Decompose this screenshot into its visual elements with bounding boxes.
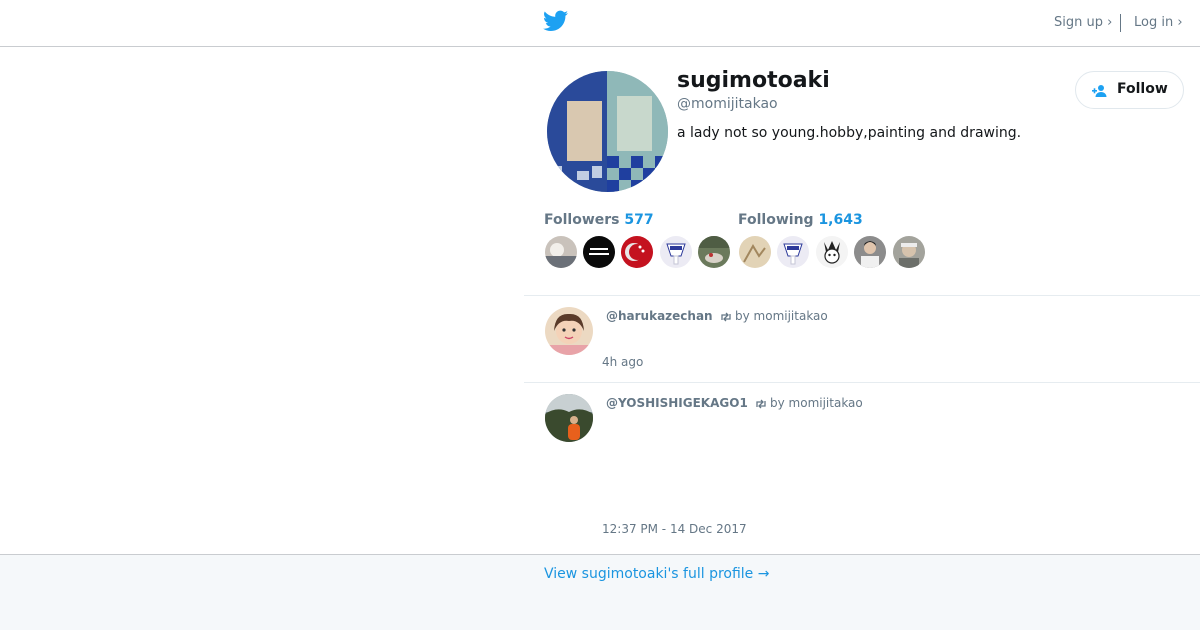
followers-label: Followers	[544, 212, 620, 228]
twitter-bird-icon[interactable]	[543, 10, 568, 32]
retweet-icon	[756, 399, 766, 409]
retweet-by: by momijitakao	[720, 309, 828, 323]
tweet-user[interactable]: @harukazechan	[606, 309, 713, 323]
profile-avatar[interactable]	[547, 71, 668, 192]
tweet-avatar[interactable]	[545, 394, 593, 442]
retweet-icon	[721, 312, 731, 322]
following-avatar[interactable]	[893, 236, 925, 268]
divider	[524, 295, 1200, 296]
follower-avatar[interactable]	[698, 236, 730, 268]
retweet-by: by momijitakao	[755, 396, 863, 410]
footer: View sugimotoaki's full profile →	[0, 554, 1200, 630]
retweet-by-label: by momijitakao	[735, 309, 828, 323]
follower-avatar[interactable]	[583, 236, 615, 268]
full-profile-link[interactable]: View sugimotoaki's full profile →	[544, 566, 769, 582]
profile-handle: @momijitakao	[677, 96, 778, 112]
divider	[524, 382, 1200, 383]
follow-label: Follow	[1117, 81, 1168, 97]
following-count: 1,643	[818, 212, 863, 228]
following-stat[interactable]: Following 1,643	[738, 212, 863, 228]
profile-bio: a lady not so young.hobby,painting and d…	[677, 125, 1022, 141]
tweet-avatar[interactable]	[545, 307, 593, 355]
add-user-icon	[1092, 85, 1107, 97]
signup-link[interactable]: Sign up ›	[1054, 15, 1112, 30]
retweet-by-label: by momijitakao	[770, 396, 863, 410]
following-avatar[interactable]	[854, 236, 886, 268]
following-label: Following	[738, 212, 814, 228]
following-avatar[interactable]	[816, 236, 848, 268]
nav-divider	[1120, 14, 1121, 32]
followers-count: 577	[624, 212, 654, 228]
follower-avatar[interactable]	[545, 236, 577, 268]
follower-avatar[interactable]	[660, 236, 692, 268]
tweet-time[interactable]: 12:37 PM - 14 Dec 2017	[602, 522, 747, 536]
tweet-user[interactable]: @YOSHISHIGEKAGO1	[606, 396, 748, 410]
top-bar: Sign up › Log in ›	[0, 0, 1200, 47]
profile-name: sugimotoaki	[677, 68, 830, 93]
following-avatar[interactable]	[739, 236, 771, 268]
follower-avatar[interactable]	[621, 236, 653, 268]
following-avatar[interactable]	[777, 236, 809, 268]
login-link[interactable]: Log in ›	[1134, 15, 1183, 30]
follow-button[interactable]: Follow	[1075, 71, 1184, 109]
followers-stat[interactable]: Followers 577	[544, 212, 654, 228]
tweet-time[interactable]: 4h ago	[602, 355, 643, 369]
